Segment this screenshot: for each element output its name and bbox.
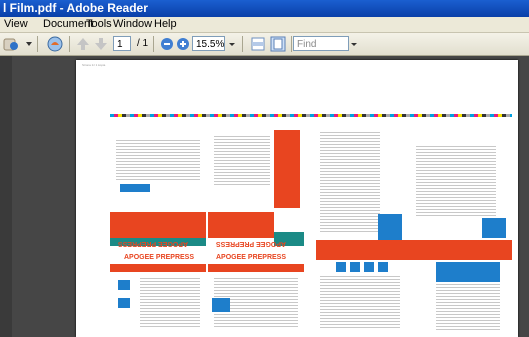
collaborate-icon[interactable]: [46, 36, 64, 52]
fit-page-icon[interactable]: [270, 36, 286, 52]
document-area[interactable]: Strona 1z 1 kopia APOGEE PREPRESS APOGEE…: [12, 56, 529, 337]
accent-block: [110, 264, 206, 272]
image-block: [350, 262, 360, 272]
image-block: [378, 214, 402, 240]
zoom-out-icon[interactable]: [160, 36, 174, 52]
chevron-down-icon[interactable]: [227, 36, 237, 52]
window-title: l Film.pdf - Adobe Reader: [3, 1, 148, 15]
text-block: [140, 278, 200, 328]
page-panel: [316, 260, 404, 334]
page-panel: [110, 122, 206, 212]
text-block: [320, 132, 380, 232]
image-block: [118, 280, 130, 290]
page-panel: [110, 274, 206, 334]
logo-mirrored: APOGEE PREPRESS: [118, 240, 189, 247]
page-panel: [316, 122, 404, 240]
toolbar-separator: [242, 36, 243, 52]
image-block: [212, 298, 230, 312]
page-panel: [406, 260, 506, 334]
accent-block: [274, 130, 300, 208]
menu-help[interactable]: Help: [154, 18, 177, 30]
chevron-down-icon[interactable]: [349, 36, 359, 52]
zoom-level-select[interactable]: 15.5%: [192, 36, 225, 51]
fit-width-icon[interactable]: [250, 36, 266, 52]
toolbar: 1 / 1 15.5% Find: [0, 33, 529, 56]
next-page-icon[interactable]: [94, 36, 108, 52]
toolbar-separator: [37, 36, 38, 52]
find-input[interactable]: Find: [293, 36, 349, 51]
accent-block: [208, 212, 274, 238]
image-block: [482, 218, 506, 238]
page-panel: [208, 122, 304, 212]
toolbar-separator: [291, 36, 292, 52]
menu-window[interactable]: Window: [113, 18, 152, 30]
title-bar: l Film.pdf - Adobe Reader: [0, 0, 529, 17]
page-header-text: Strona 1z 1 kopia: [82, 63, 106, 67]
accent-block: [208, 264, 304, 272]
image-block: [336, 262, 346, 272]
menu-bar: View Document Tools Window Help: [0, 17, 529, 33]
accent-block: [316, 240, 512, 260]
navigation-pane: [0, 56, 12, 337]
previous-page-icon[interactable]: [76, 36, 90, 52]
page-number-input[interactable]: 1: [113, 36, 131, 51]
image-block: [364, 262, 374, 272]
text-block: [214, 136, 270, 186]
page-panel: [208, 274, 304, 334]
image-block: [436, 262, 500, 282]
logo-mirrored: APOGEE PREPRESS: [216, 240, 287, 247]
image-block: [118, 298, 130, 308]
accent-block: [110, 212, 206, 238]
pdf-page: Strona 1z 1 kopia APOGEE PREPRESS APOGEE…: [76, 60, 518, 337]
color-registration-bar: [110, 114, 512, 117]
text-block: [436, 284, 500, 330]
logo: APOGEE PREPRESS: [124, 254, 195, 261]
toolbar-separator: [153, 36, 154, 52]
text-block: [416, 146, 496, 216]
create-pdf-icon[interactable]: [2, 36, 32, 52]
menu-tools[interactable]: Tools: [86, 18, 112, 30]
toolbar-separator: [69, 36, 70, 52]
text-block: [320, 276, 400, 330]
logo: APOGEE PREPRESS: [216, 254, 287, 261]
page-total: / 1: [137, 38, 149, 49]
menu-view[interactable]: View: [4, 18, 28, 30]
page-panel: [406, 122, 506, 240]
text-block: [116, 140, 200, 180]
zoom-in-icon[interactable]: [176, 36, 190, 52]
image-block: [120, 184, 150, 192]
image-block: [378, 262, 388, 272]
